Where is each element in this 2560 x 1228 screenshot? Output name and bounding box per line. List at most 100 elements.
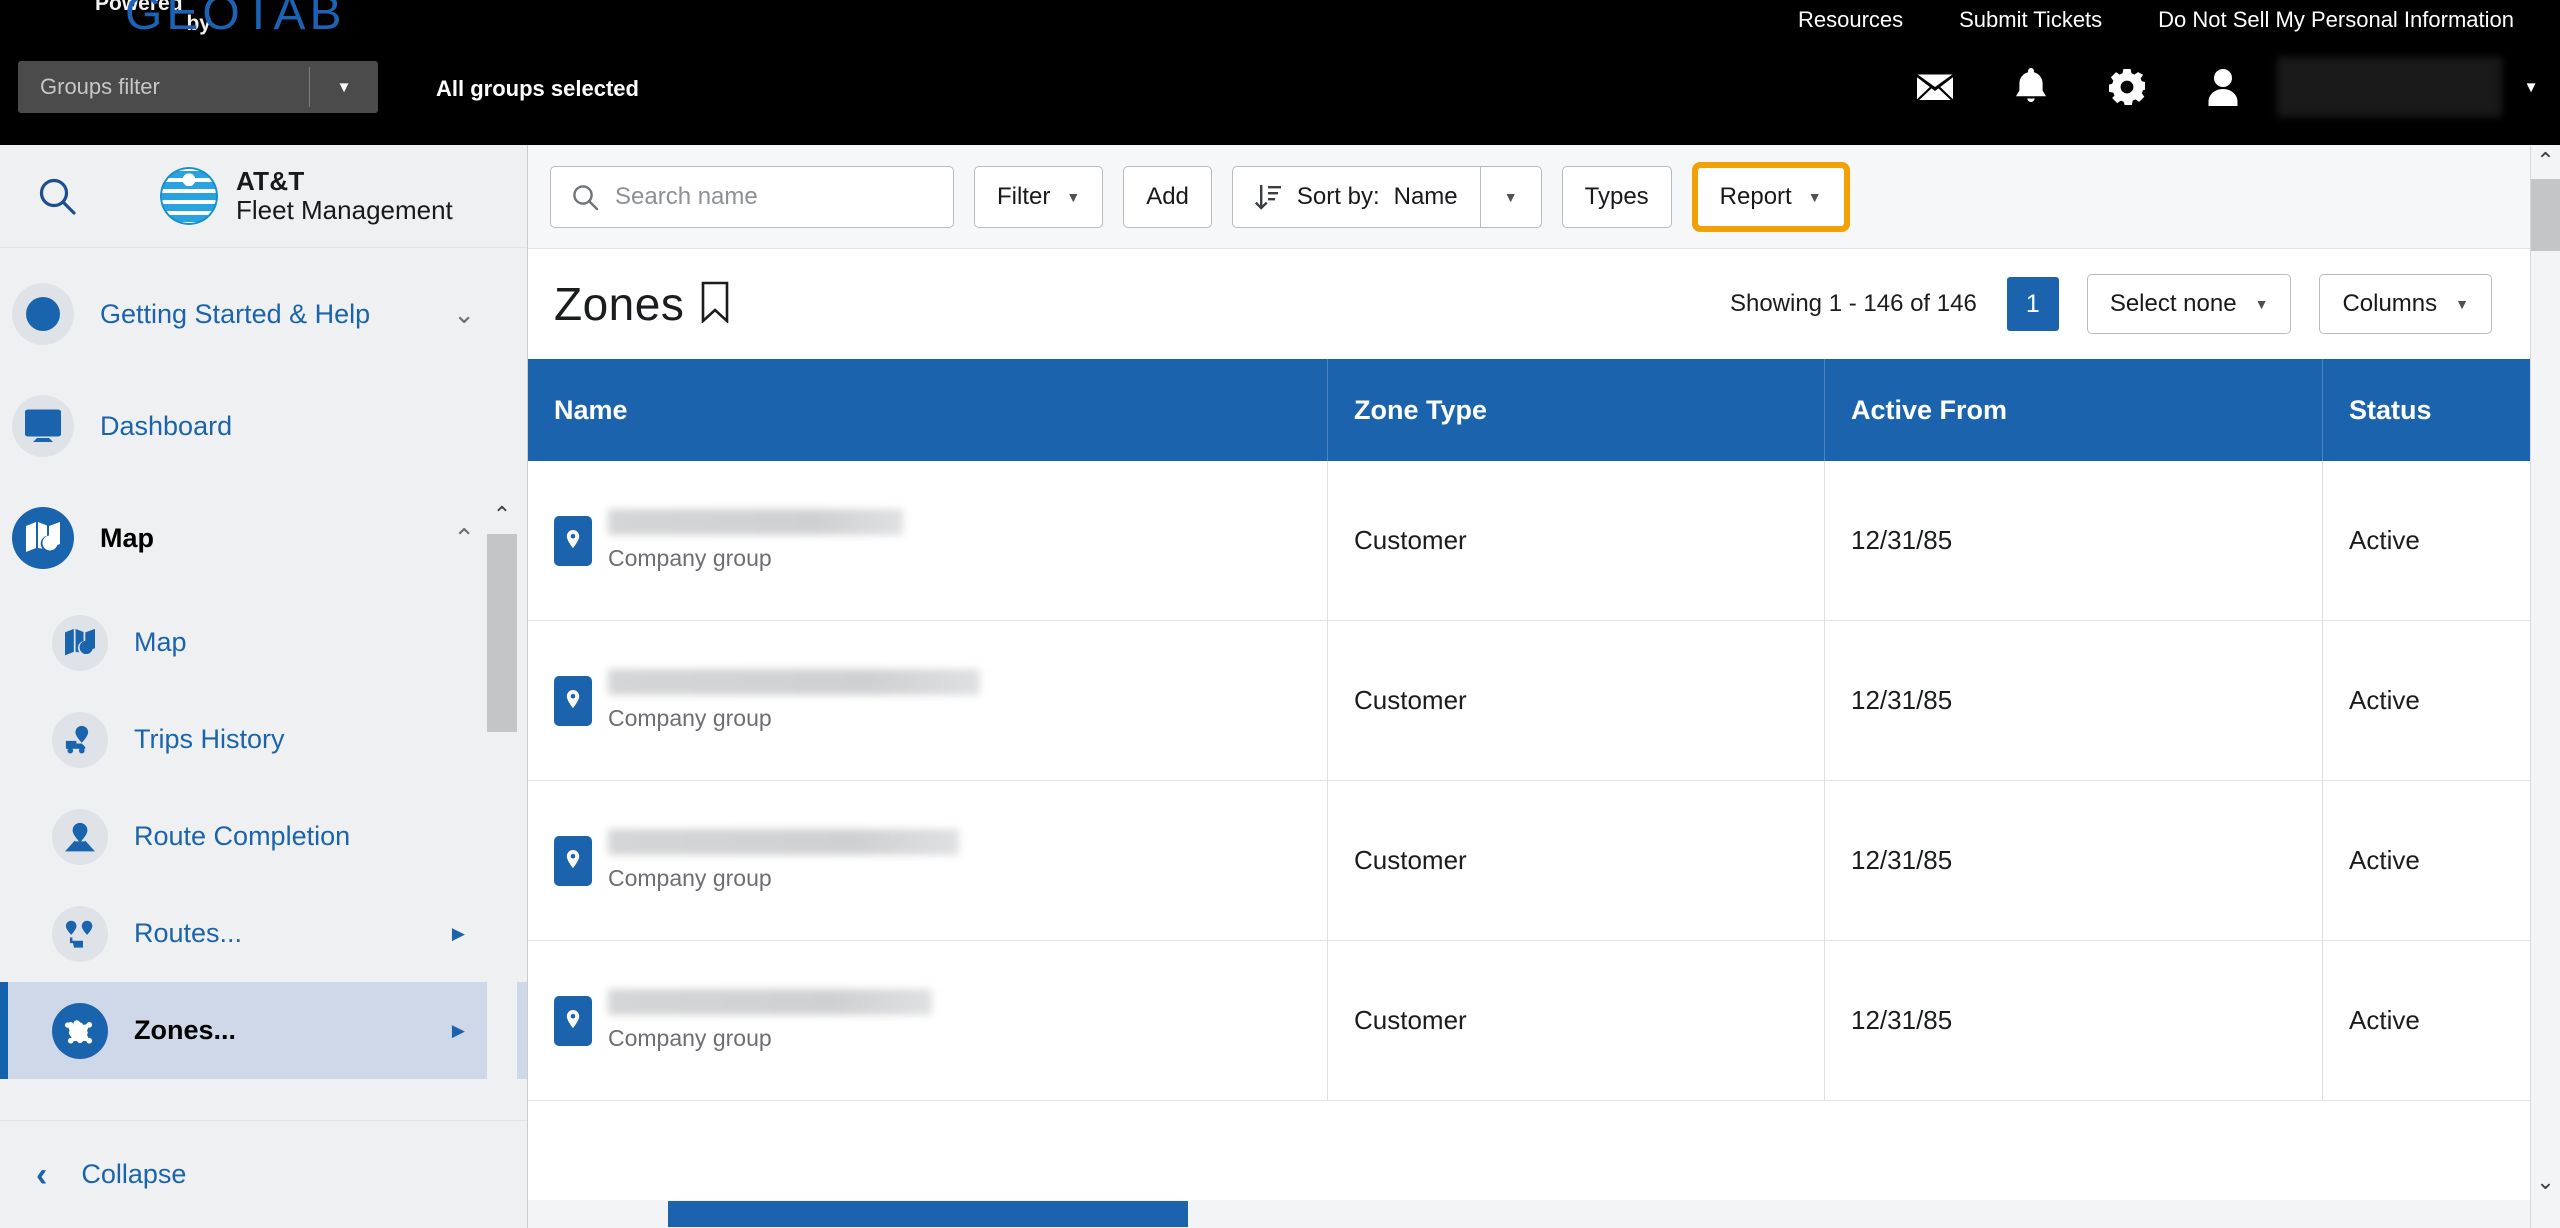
- chevron-up-icon[interactable]: ⌃: [453, 525, 475, 551]
- cell-zone-type: Customer: [1328, 781, 1825, 940]
- page-title-actions: Showing 1 - 146 of 146 1 Select none ▼ C…: [1730, 274, 2530, 334]
- scroll-up-icon[interactable]: ⌃: [487, 500, 517, 530]
- table-row[interactable]: Company group Customer 12/31/85 Active: [528, 621, 2530, 781]
- sidebar-item-label: Map: [100, 522, 154, 553]
- table-row[interactable]: Company group Customer 12/31/85 Active: [528, 781, 2530, 941]
- header-link-submit-tickets[interactable]: Submit Tickets: [1931, 7, 2130, 33]
- horizontal-scroll-thumb[interactable]: [668, 1201, 1188, 1227]
- zone-group-label: Company group: [608, 1025, 772, 1051]
- caret-right-icon[interactable]: ▶: [452, 1021, 465, 1041]
- sort-by-button[interactable]: Sort by: Name: [1231, 165, 1480, 228]
- sort-icon: [1254, 184, 1281, 210]
- route-completion-icon: [52, 808, 108, 865]
- column-header-name[interactable]: Name: [528, 359, 1328, 461]
- gear-icon[interactable]: [2079, 56, 2175, 118]
- chevron-down-icon: ▼: [1503, 188, 1518, 205]
- att-app-name-line1: AT&T: [236, 165, 305, 196]
- header-link-resources[interactable]: Resources: [1770, 7, 1931, 33]
- add-button[interactable]: Add: [1123, 165, 1212, 228]
- sidebar-item-route-completion[interactable]: Route Completion ▶: [0, 788, 527, 885]
- bookmark-icon[interactable]: [700, 281, 730, 328]
- cell-name[interactable]: Company group: [528, 941, 1328, 1100]
- cell-status: Active: [2349, 685, 2420, 715]
- cell-active-from: 12/31/85: [1825, 781, 2323, 940]
- column-header-status[interactable]: Status: [2323, 359, 2530, 461]
- table-row[interactable]: Company group Customer 12/31/85 Active: [528, 461, 2530, 621]
- column-header-active-from[interactable]: Active From: [1825, 359, 2323, 461]
- page-title: Zones: [554, 278, 685, 330]
- user-icon[interactable]: [2175, 56, 2271, 118]
- chevron-down-icon[interactable]: ⌄: [453, 301, 475, 327]
- app-window: Powered by GEOTAB Resources Submit Ticke…: [0, 0, 2560, 1228]
- add-label: Add: [1146, 182, 1189, 210]
- filter-button[interactable]: Filter ▼: [974, 165, 1104, 228]
- trips-history-icon: [52, 711, 108, 768]
- sidebar-nav-scroll: Getting Started & Help ⌄ Dashboard Map ⌃: [0, 248, 527, 1148]
- cell-zone-type: Customer: [1328, 461, 1825, 620]
- att-logo: AT&T Fleet Management: [160, 165, 453, 225]
- chevron-down-icon: ▼: [2254, 296, 2269, 312]
- cell-active-from: 12/31/85: [1825, 941, 2323, 1100]
- groups-filter-input[interactable]: Groups filter: [18, 61, 309, 113]
- cell-name[interactable]: Company group: [528, 781, 1328, 940]
- sort-dropdown-toggle[interactable]: ▼: [1479, 165, 1542, 228]
- column-header-zone-type[interactable]: Zone Type: [1328, 359, 1825, 461]
- columns-button[interactable]: Columns ▼: [2319, 274, 2492, 334]
- sidebar-item-trips-history[interactable]: Trips History: [0, 691, 527, 788]
- sidebar-item-map-sub[interactable]: Map: [0, 594, 527, 691]
- groups-filter-control[interactable]: Groups filter ▼: [18, 61, 378, 113]
- geotab-logo: GEOTAB: [125, 0, 346, 40]
- vertical-scroll-thumb[interactable]: [2531, 179, 2560, 251]
- sidebar-item-label: Route Completion: [134, 821, 351, 851]
- zone-name-redacted: [608, 509, 903, 535]
- mail-icon[interactable]: [1887, 56, 1983, 118]
- header-links: Resources Submit Tickets Do Not Sell My …: [1770, 2, 2542, 38]
- map-icon: [52, 614, 108, 671]
- att-app-name: AT&T Fleet Management: [236, 165, 453, 225]
- page-number-button[interactable]: 1: [2006, 277, 2059, 331]
- table-row[interactable]: Company group Customer 12/31/85 Active: [528, 941, 2530, 1101]
- report-label: Report: [1719, 182, 1792, 210]
- sidebar-scrollbar[interactable]: ⌃ ⌄: [487, 500, 517, 1148]
- types-button[interactable]: Types: [1561, 165, 1672, 228]
- cell-status: Active: [2349, 845, 2420, 875]
- scroll-up-icon[interactable]: ⌃: [2531, 145, 2560, 177]
- collapse-sidebar-button[interactable]: ‹ Collapse: [0, 1120, 527, 1228]
- zones-table: Name Zone Type Active From Status Compan…: [528, 359, 2530, 1101]
- map-icon: [12, 507, 74, 569]
- sidebar-item-dashboard[interactable]: Dashboard: [0, 370, 527, 482]
- zone-group-label: Company group: [608, 545, 772, 571]
- chevron-down-icon: ▼: [2455, 296, 2469, 312]
- sidebar-item-label: Dashboard: [100, 410, 233, 441]
- sidebar-item-label: Trips History: [134, 724, 285, 754]
- help-icon: [12, 283, 74, 345]
- select-none-button[interactable]: Select none ▼: [2086, 274, 2292, 334]
- main-vertical-scrollbar[interactable]: ⌃ ⌄: [2530, 145, 2560, 1228]
- table-header-row: Name Zone Type Active From Status: [528, 359, 2530, 461]
- sort-by-control: Sort by: Name ▼: [1231, 165, 1542, 228]
- chevron-down-icon[interactable]: ▼: [310, 61, 378, 113]
- user-menu-chevron-down-icon[interactable]: ▼: [2502, 56, 2560, 118]
- sort-value: Name: [1393, 182, 1458, 210]
- search-input[interactable]: Search name: [550, 165, 954, 228]
- att-globe-icon: [160, 167, 218, 225]
- filter-label: Filter: [997, 182, 1051, 210]
- search-icon[interactable]: [20, 159, 94, 233]
- cell-name[interactable]: Company group: [528, 461, 1328, 620]
- groups-selected-status: All groups selected: [436, 76, 639, 101]
- sidebar-scroll-thumb[interactable]: [487, 534, 517, 732]
- user-name-redacted: [2277, 57, 2502, 117]
- content-toolbar: Search name Filter ▼ Add Sort by: Name ▼: [528, 145, 2530, 249]
- caret-right-icon[interactable]: ▶: [452, 924, 465, 944]
- collapse-label: Collapse: [81, 1159, 187, 1189]
- sidebar-item-routes[interactable]: Routes... ▶: [0, 885, 527, 982]
- scroll-down-icon[interactable]: ⌄: [2531, 1166, 2560, 1198]
- sidebar-item-getting-started[interactable]: Getting Started & Help ⌄: [0, 258, 527, 370]
- report-button[interactable]: Report ▼: [1697, 167, 1844, 226]
- bell-icon[interactable]: [1983, 56, 2079, 118]
- header-link-do-not-sell[interactable]: Do Not Sell My Personal Information: [2130, 7, 2542, 33]
- horizontal-scrollbar[interactable]: [528, 1200, 2530, 1228]
- sidebar-item-map[interactable]: Map ⌃: [0, 482, 527, 594]
- sidebar-item-zones[interactable]: Zones... ▶: [0, 982, 527, 1079]
- cell-name[interactable]: Company group: [528, 621, 1328, 780]
